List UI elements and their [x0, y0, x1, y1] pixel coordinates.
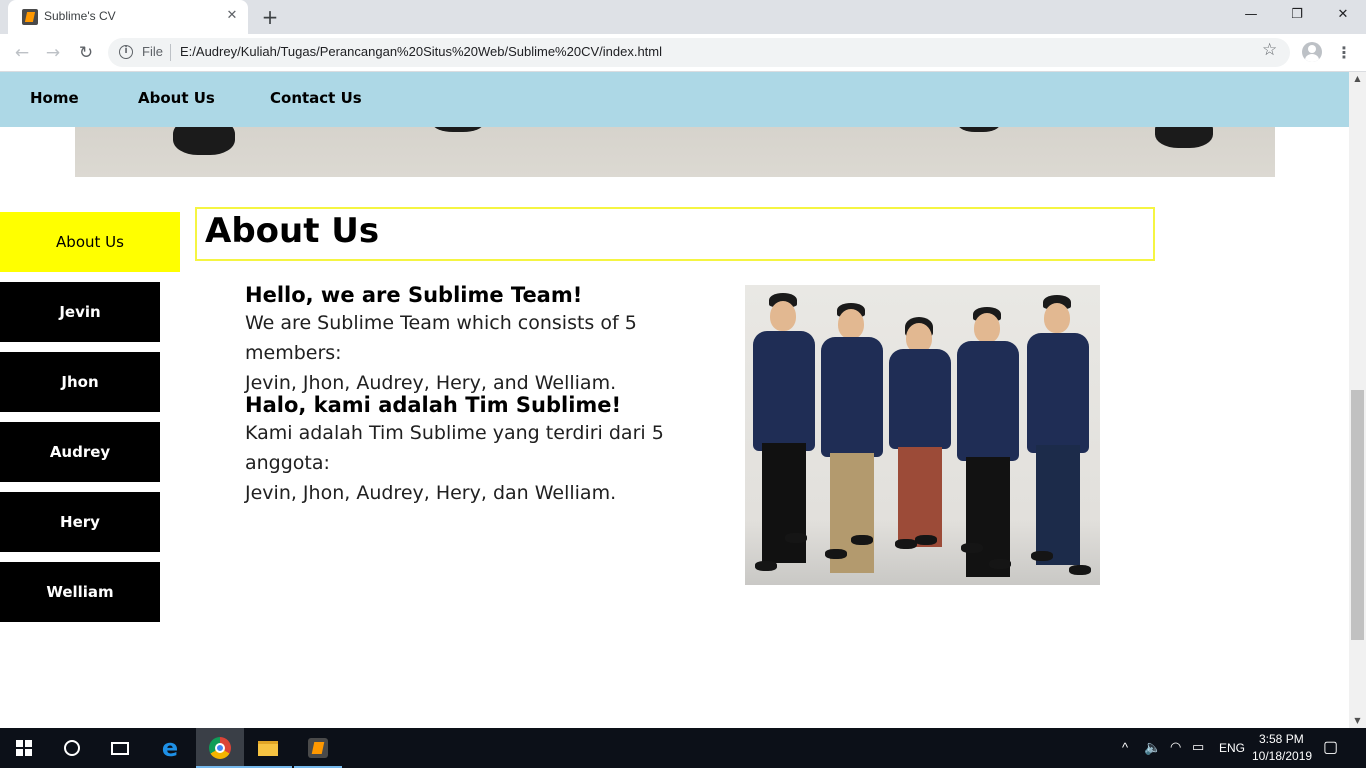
sidebar-item-jhon[interactable]: Jhon: [0, 352, 160, 412]
heading-box: About Us: [195, 207, 1155, 261]
info-icon[interactable]: i: [119, 45, 133, 59]
nav-contact-link[interactable]: Contact Us: [270, 89, 362, 107]
file-scheme-label: File: [142, 44, 163, 59]
scroll-thumb[interactable]: [1351, 390, 1364, 640]
sidebar-item-jevin[interactable]: Jevin: [0, 282, 160, 342]
sidebar-item-audrey[interactable]: Audrey: [0, 422, 160, 482]
edge-browser-icon[interactable]: e: [146, 728, 194, 768]
windows-logo-icon: [16, 740, 32, 756]
scroll-up-arrow-icon[interactable]: ▲: [1349, 72, 1366, 86]
close-window-button[interactable]: ✕: [1320, 0, 1366, 30]
clock-date[interactable]: 10/18/2019: [1252, 749, 1312, 763]
indonesian-title: Halo, kami adalah Tim Sublime!: [245, 393, 622, 417]
start-button[interactable]: [0, 728, 48, 768]
profile-avatar-icon[interactable]: [1302, 42, 1322, 62]
address-bar[interactable]: i File E:/Audrey/Kuliah/Tugas/Perancanga…: [108, 38, 1290, 67]
windows-taskbar: e ^ 🔈 ◠ ▭ ENG 3:58 PM 10/18/2019 ▢: [0, 728, 1366, 768]
team-photo: [745, 285, 1100, 585]
english-intro: Hello, we are Sublime Team! We are Subli…: [245, 282, 735, 398]
browser-tab-strip: Sublime's CV ✕ + — ❐ ✕: [0, 0, 1366, 34]
browser-toolbar: ← → ↻ i File E:/Audrey/Kuliah/Tugas/Pera…: [0, 34, 1366, 72]
sidebar-item-about-us[interactable]: About Us: [0, 212, 180, 272]
tab-close-icon[interactable]: ✕: [224, 7, 240, 25]
cortana-search-icon[interactable]: [48, 728, 96, 768]
file-explorer-icon[interactable]: [244, 728, 292, 768]
tray-chevron-icon[interactable]: ^: [1122, 740, 1128, 755]
page-scrollbar[interactable]: ▲ ▼: [1349, 72, 1366, 728]
scroll-down-arrow-icon[interactable]: ▼: [1349, 714, 1366, 728]
language-indicator[interactable]: ENG: [1219, 741, 1245, 755]
indonesian-line-1: Kami adalah Tim Sublime yang terdiri dar…: [245, 422, 664, 474]
indonesian-intro: Halo, kami adalah Tim Sublime! Kami adal…: [245, 392, 735, 508]
browser-tab[interactable]: Sublime's CV ✕: [8, 0, 248, 34]
volume-icon[interactable]: 🔈: [1144, 739, 1161, 756]
sidebar-item-welliam[interactable]: Welliam: [0, 562, 160, 622]
back-button[interactable]: ←: [9, 40, 35, 66]
battery-icon[interactable]: ▭: [1192, 739, 1204, 755]
network-icon[interactable]: ◠: [1170, 739, 1181, 755]
sublime-favicon-icon: [22, 9, 38, 25]
nav-home-link[interactable]: Home: [30, 89, 79, 107]
restore-button[interactable]: ❐: [1274, 0, 1320, 30]
task-view-icon[interactable]: [96, 728, 144, 768]
english-line-1: We are Sublime Team which consists of 5 …: [245, 312, 637, 364]
minimize-button[interactable]: —: [1228, 0, 1274, 30]
site-navbar: Home About Us Contact Us: [0, 72, 1349, 127]
english-title: Hello, we are Sublime Team!: [245, 283, 583, 307]
page-viewport: Home About Us Contact Us About Us Jevin …: [0, 72, 1349, 728]
tab-title: Sublime's CV: [44, 9, 116, 23]
forward-button[interactable]: →: [40, 40, 66, 66]
clock-time[interactable]: 3:58 PM: [1259, 732, 1304, 746]
bookmark-star-icon[interactable]: ☆: [1262, 40, 1277, 60]
reload-button[interactable]: ↻: [73, 40, 99, 66]
sidebar-item-hery[interactable]: Hery: [0, 492, 160, 552]
chrome-taskbar-icon[interactable]: [196, 728, 244, 768]
notifications-icon[interactable]: ▢: [1323, 737, 1338, 757]
browser-menu-icon[interactable]: ⋮: [1336, 40, 1352, 66]
indonesian-line-2: Jevin, Jhon, Audrey, Hery, dan Welliam.: [245, 482, 617, 504]
nav-about-link[interactable]: About Us: [138, 89, 215, 107]
url-text[interactable]: E:/Audrey/Kuliah/Tugas/Perancangan%20Sit…: [180, 44, 662, 59]
sublime-text-taskbar-icon[interactable]: [294, 728, 342, 768]
new-tab-button[interactable]: +: [258, 5, 282, 29]
address-separator: [170, 44, 171, 61]
page-title: About Us: [205, 211, 380, 251]
